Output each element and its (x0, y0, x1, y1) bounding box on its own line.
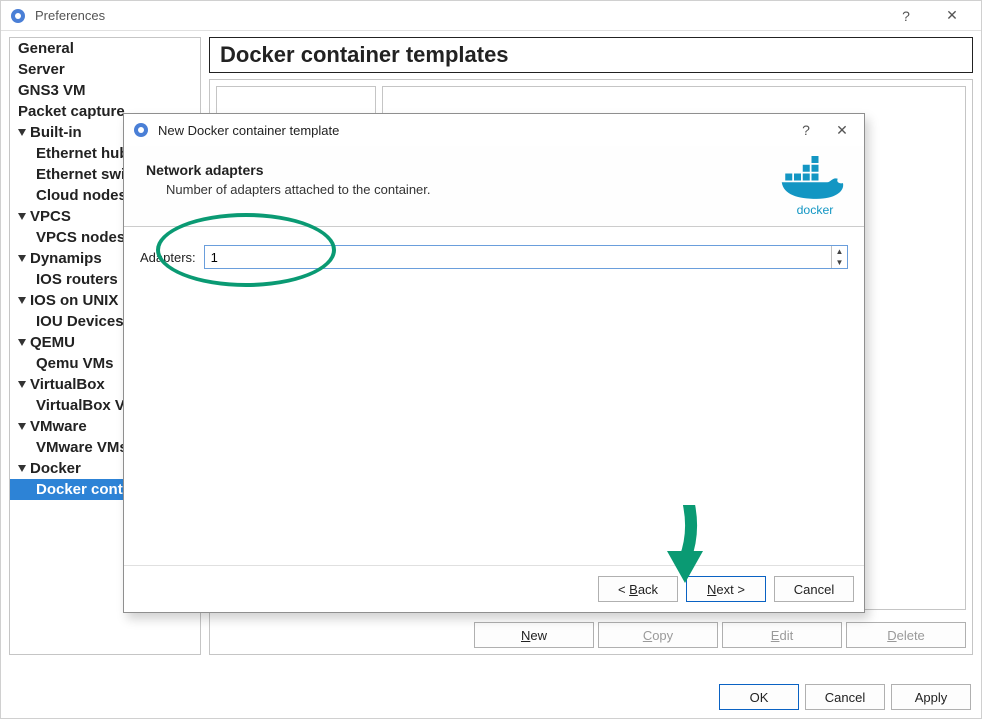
close-icon: ✕ (836, 122, 848, 139)
back-button[interactable]: < Back (598, 576, 678, 602)
chevron-down-icon (18, 339, 26, 346)
back-label: < Back (618, 582, 658, 597)
dialog-titlebar: New Docker container template ? ✕ (124, 114, 864, 146)
sidebar-item-label: IOS routers (36, 271, 118, 288)
help-button[interactable]: ? (883, 1, 929, 31)
preferences-footer: OK Cancel Apply (719, 684, 971, 710)
chevron-down-icon (18, 213, 26, 220)
dialog-help-button[interactable]: ? (788, 115, 824, 145)
sidebar-item-label: General (18, 40, 74, 57)
chevron-down-icon (18, 297, 26, 304)
new-docker-template-dialog: New Docker container template ? ✕ Networ… (123, 113, 865, 613)
ok-label: OK (750, 690, 769, 705)
sidebar-item-label: VPCS nodes (36, 229, 125, 246)
sidebar-item-label: Dynamips (30, 250, 102, 267)
sidebar-item-label: IOS on UNIX (30, 292, 118, 309)
sidebar-item-label: QEMU (30, 334, 75, 351)
sidebar-item-label: VirtualBox (30, 376, 105, 393)
sidebar-item-label: Server (18, 61, 65, 78)
sidebar-item-label: VPCS (30, 208, 71, 225)
docker-logo-icon: docker (780, 156, 850, 216)
dialog-header-subtitle: Number of adapters attached to the conta… (146, 182, 780, 197)
help-icon: ? (802, 122, 810, 138)
dialog-title: New Docker container template (158, 123, 788, 138)
delete-button[interactable]: Delete (846, 622, 966, 648)
chevron-down-icon (18, 423, 26, 430)
close-icon: ✕ (946, 7, 958, 24)
sidebar-item-label: Built-in (30, 124, 82, 141)
cancel-label: Cancel (794, 582, 834, 597)
help-icon: ? (902, 8, 910, 24)
cancel-label: Cancel (825, 690, 865, 705)
page-title: Docker container templates (209, 37, 973, 73)
dialog-footer: < Back Next > Cancel (124, 565, 864, 612)
sidebar-item-label: Cloud nodes (36, 187, 127, 204)
sidebar-item-label: VMware (30, 418, 87, 435)
edit-button[interactable]: Edit (722, 622, 842, 648)
adapters-spin-buttons: ▲ ▼ (831, 246, 847, 268)
chevron-down-icon (18, 129, 26, 136)
sidebar-category[interactable]: Server (10, 59, 200, 80)
chevron-down-icon (18, 381, 26, 388)
sidebar-item-label: Docker (30, 460, 81, 477)
copy-button[interactable]: Copy (598, 622, 718, 648)
sidebar-item-label: Packet capture (18, 103, 125, 120)
sidebar-item-label: GNS3 VM (18, 82, 86, 99)
svg-text:docker: docker (797, 203, 834, 217)
adapters-input[interactable] (205, 246, 831, 268)
next-label: Next > (707, 582, 745, 597)
adapters-label: Adapters: (140, 250, 196, 265)
dialog-body: Adapters: ▲ ▼ (124, 227, 864, 565)
chevron-down-icon (18, 255, 26, 262)
app-icon (9, 7, 27, 25)
spin-down-button[interactable]: ▼ (832, 257, 847, 268)
ok-button[interactable]: OK (719, 684, 799, 710)
dialog-close-button[interactable]: ✕ (824, 115, 860, 145)
sidebar-category[interactable]: GNS3 VM (10, 80, 200, 101)
dialog-cancel-button[interactable]: Cancel (774, 576, 854, 602)
cancel-button[interactable]: Cancel (805, 684, 885, 710)
spin-up-button[interactable]: ▲ (832, 246, 847, 257)
sidebar-item-label: VMware VMs (36, 439, 128, 456)
dialog-header-title: Network adapters (146, 162, 780, 178)
new-button[interactable]: New (474, 622, 594, 648)
dialog-header: Network adapters Number of adapters atta… (124, 146, 864, 227)
chevron-down-icon (18, 465, 26, 472)
apply-button[interactable]: Apply (891, 684, 971, 710)
adapters-stepper[interactable]: ▲ ▼ (204, 245, 848, 269)
close-button[interactable]: ✕ (929, 1, 975, 31)
next-button[interactable]: Next > (686, 576, 766, 602)
adapters-row: Adapters: ▲ ▼ (140, 245, 848, 269)
sidebar-category[interactable]: General (10, 38, 200, 59)
preferences-titlebar: Preferences ? ✕ (1, 1, 981, 31)
sidebar-item-label: Qemu VMs (36, 355, 114, 372)
app-icon (132, 121, 150, 139)
sidebar-item-label: IOU Devices (36, 313, 124, 330)
preferences-title: Preferences (35, 8, 883, 23)
sidebar-item-label: Ethernet hubs (36, 145, 137, 162)
apply-label: Apply (915, 690, 948, 705)
template-buttons: New Copy Edit Delete (210, 616, 972, 654)
